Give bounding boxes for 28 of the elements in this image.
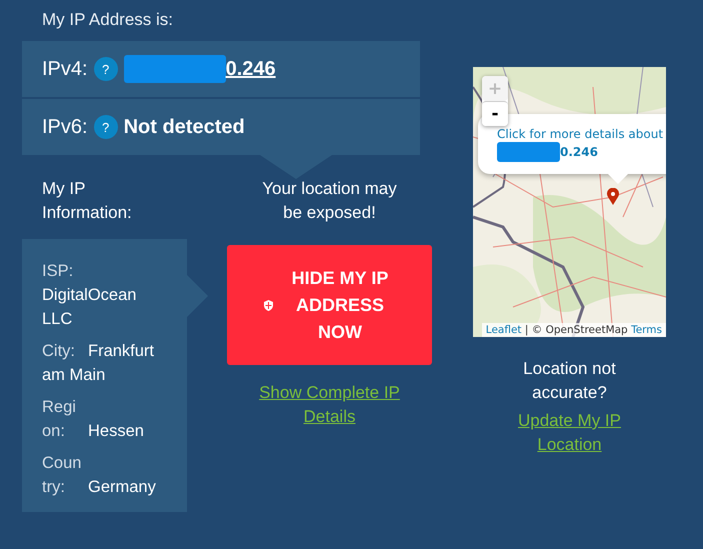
- address-label: IPv6:: [42, 116, 88, 138]
- details-link[interactable]: Show Complete IP Details: [250, 381, 410, 429]
- info-row-text: ISP: DigitalOcean LLC: [42, 261, 138, 330]
- separator: |: [524, 324, 528, 336]
- map[interactable]: + - Click for more details about 0.246 Leaflet | © OpenStreetMap Terms: [473, 67, 666, 337]
- help-button[interactable]: ?: [94, 115, 118, 139]
- shield-icon: [264, 300, 273, 310]
- accuracy-note: Location not accurate?: [522, 358, 617, 404]
- info-row-text: Region: Hessen: [42, 397, 145, 442]
- copyright-text: © OpenStreetMap: [532, 324, 628, 336]
- leaflet-link[interactable]: Leaflet: [486, 324, 522, 336]
- popup-ip[interactable]: 0.246: [560, 144, 598, 160]
- ip-address-link[interactable]: 0.246: [226, 58, 276, 80]
- info-row-text: City: Frankfurt am Main: [42, 341, 156, 386]
- map-pin-icon[interactable]: [607, 188, 619, 205]
- hide-ip-button[interactable]: HIDE MY IP ADDRESS NOW: [227, 245, 432, 365]
- update-location-link[interactable]: Update My IP Location: [504, 409, 634, 457]
- popup-text[interactable]: Click for more details about: [497, 127, 666, 142]
- warning-text: Your location may be exposed!: [261, 178, 398, 224]
- help-button[interactable]: ?: [94, 57, 118, 81]
- redaction-bar: [497, 142, 560, 162]
- section-heading: My IP Information:: [41, 178, 133, 224]
- info-row-text: Country: Germany: [42, 453, 157, 498]
- address-label: IPv4:: [42, 58, 88, 80]
- terms-link[interactable]: Terms: [631, 324, 662, 336]
- ip-address-value: Not detected: [124, 116, 245, 138]
- page-heading: My IP Address is:: [41, 9, 174, 31]
- zoom-out-button[interactable]: -: [482, 101, 508, 126]
